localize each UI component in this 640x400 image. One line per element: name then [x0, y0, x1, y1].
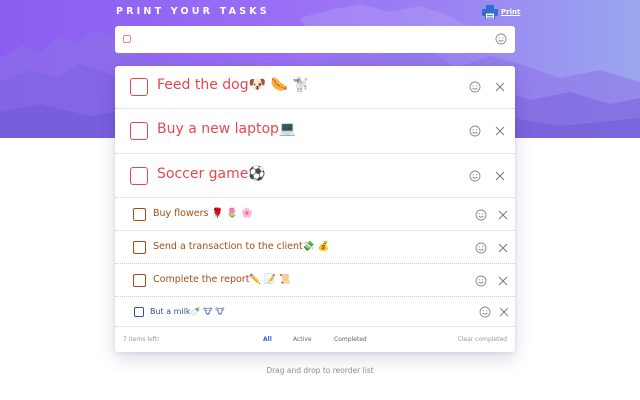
- clear-completed-button[interactable]: Clear completed: [458, 336, 507, 343]
- new-task-input[interactable]: [137, 31, 491, 50]
- checkbox-icon[interactable]: [133, 241, 146, 254]
- close-icon[interactable]: [498, 210, 508, 220]
- close-icon[interactable]: [498, 276, 508, 286]
- printer-icon: [482, 5, 498, 19]
- checkbox-icon[interactable]: [133, 274, 146, 287]
- todo-text: Buy a new laptop💻: [157, 121, 297, 137]
- close-icon[interactable]: [495, 171, 505, 181]
- print-label: Print: [501, 8, 521, 16]
- close-icon[interactable]: [495, 82, 505, 92]
- todo-text: Send a transaction to the client💸 💰: [153, 241, 330, 252]
- close-icon[interactable]: [498, 243, 508, 253]
- filter-completed[interactable]: Completed: [334, 336, 367, 343]
- new-task-bar: [115, 26, 515, 53]
- todo-item[interactable]: Complete the report✏️ 📝 📜: [115, 264, 515, 297]
- todo-text: Complete the report✏️ 📝 📜: [153, 274, 291, 285]
- new-task-checkbox[interactable]: [123, 35, 131, 43]
- todo-text: Buy flowers 🌹 🌷 🌸: [153, 208, 253, 219]
- smiley-face-icon[interactable]: [475, 242, 487, 254]
- close-icon[interactable]: [499, 307, 509, 317]
- filter-active[interactable]: Active: [293, 336, 312, 343]
- todo-text: But a milk🍼 🐮 🐮: [150, 307, 225, 316]
- checkbox-icon[interactable]: [130, 167, 148, 185]
- checkbox-icon[interactable]: [134, 307, 144, 317]
- smiley-face-icon[interactable]: [475, 275, 487, 287]
- todo-text: Feed the dog🐶 🌭 🐩: [157, 77, 310, 93]
- filter-all[interactable]: All: [263, 336, 272, 343]
- todo-item[interactable]: Buy flowers 🌹 🌷 🌸: [115, 198, 515, 231]
- todo-list: Feed the dog🐶 🌭 🐩 Buy a new laptop💻 Socc…: [115, 66, 515, 352]
- checkbox-icon[interactable]: [130, 78, 148, 96]
- smiley-face-icon[interactable]: [475, 209, 487, 221]
- todo-item[interactable]: Feed the dog🐶 🌭 🐩: [115, 66, 515, 109]
- drag-hint: Drag and drop to reorder list: [266, 366, 374, 375]
- todo-item[interactable]: Send a transaction to the client💸 💰: [115, 231, 515, 264]
- print-button[interactable]: Print: [482, 5, 520, 19]
- items-left-count: 7 items left!: [123, 336, 160, 343]
- todo-item[interactable]: But a milk🍼 🐮 🐮: [115, 297, 515, 327]
- close-icon[interactable]: [495, 126, 505, 136]
- smiley-face-icon[interactable]: [469, 81, 481, 93]
- smiley-face-icon[interactable]: [469, 170, 481, 182]
- checkbox-icon[interactable]: [130, 122, 148, 140]
- todo-item[interactable]: Soccer game⚽: [115, 154, 515, 198]
- smiley-face-icon[interactable]: [469, 125, 481, 137]
- list-footer: 7 items left! All Active Completed Clear…: [115, 327, 515, 352]
- app-title: PRINT YOUR TASKS: [116, 6, 270, 17]
- smiley-face-icon[interactable]: [479, 306, 491, 318]
- smiley-face-icon[interactable]: [495, 33, 507, 45]
- todo-text: Soccer game⚽: [157, 166, 266, 182]
- checkbox-icon[interactable]: [133, 208, 146, 221]
- todo-item[interactable]: Buy a new laptop💻: [115, 109, 515, 154]
